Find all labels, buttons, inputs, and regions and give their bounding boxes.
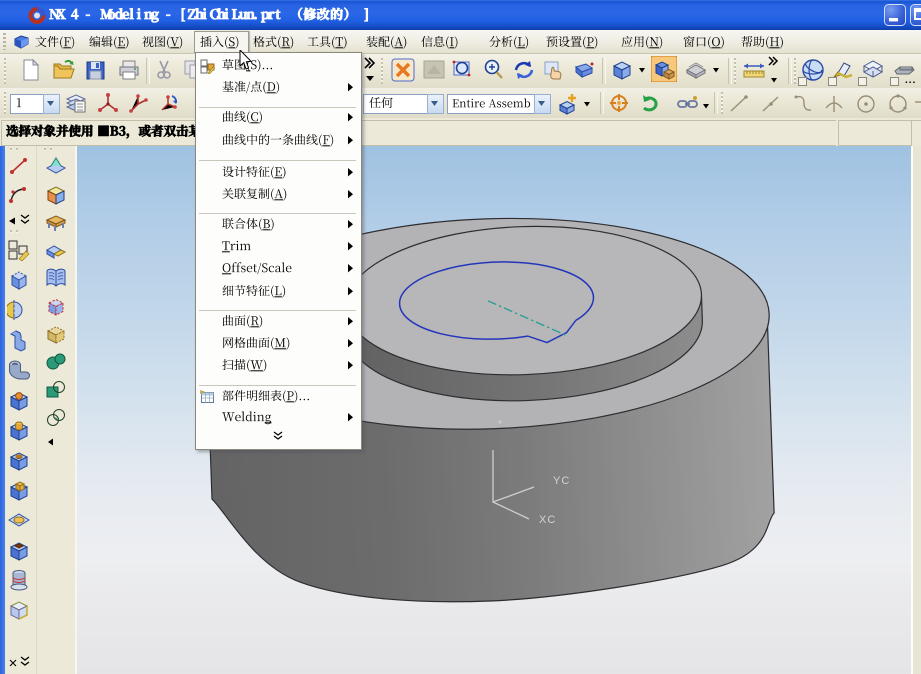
svg-text:YC: YC <box>553 475 570 487</box>
svg-text:XC: XC <box>539 514 556 526</box>
